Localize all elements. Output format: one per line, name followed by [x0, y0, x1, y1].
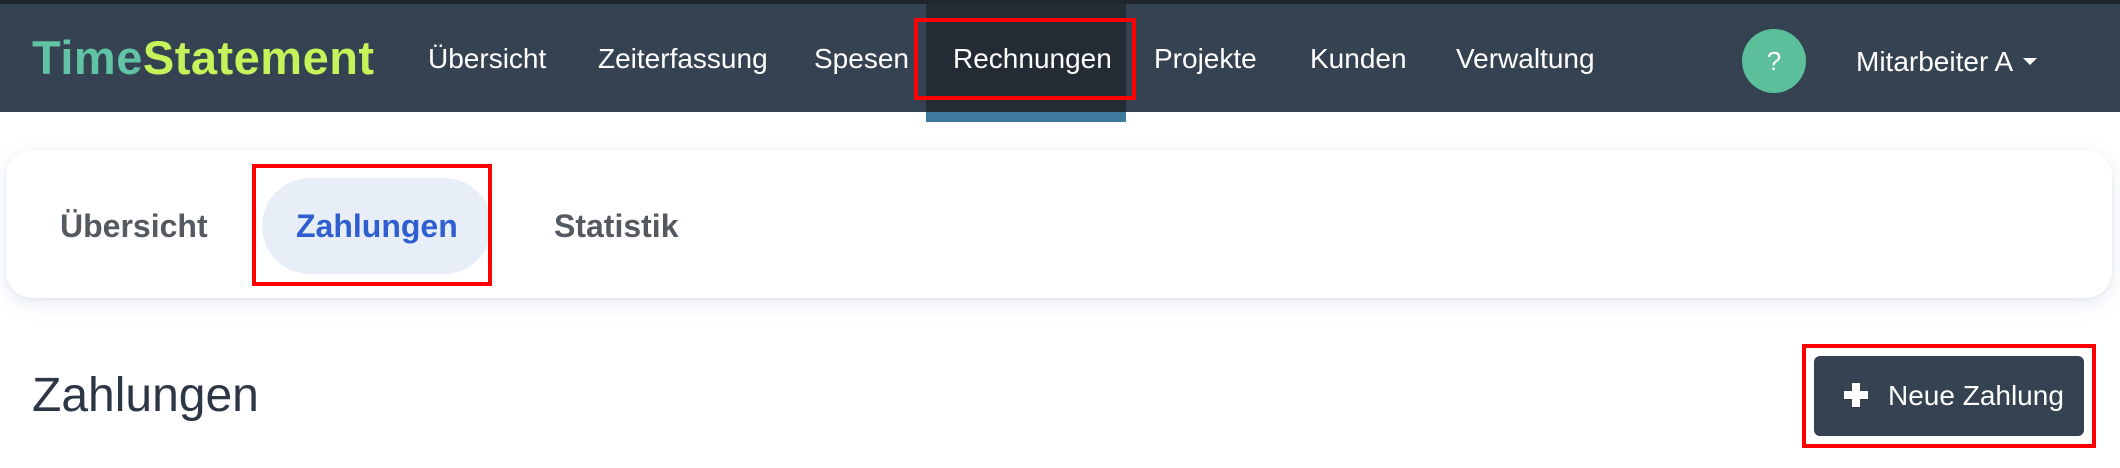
tab-uebersicht[interactable]: Übersicht: [26, 178, 242, 274]
new-payment-button-label: Neue Zahlung: [1888, 380, 2064, 411]
tab-zahlungen[interactable]: Zahlungen: [262, 178, 492, 274]
brand-part-time: Time: [32, 31, 143, 84]
sub-tab-bar: Übersicht Zahlungen Statistik: [6, 150, 2112, 298]
caret-down-icon: [2023, 58, 2038, 66]
plus-icon: [1844, 382, 1868, 407]
nav-item-rechnungen-label: Rechnungen: [953, 43, 1112, 74]
nav-item-spesen[interactable]: Spesen: [814, 4, 909, 112]
nav-item-rechnungen[interactable]: Rechnungen: [926, 4, 1126, 122]
nav-item-kunden[interactable]: Kunden: [1310, 4, 1407, 112]
nav-item-verwaltung[interactable]: Verwaltung: [1456, 4, 1595, 112]
new-payment-button[interactable]: Neue Zahlung: [1814, 356, 2084, 436]
page-title: Zahlungen: [32, 369, 259, 422]
brand-logo[interactable]: TimeStatement: [32, 30, 375, 85]
user-menu[interactable]: Mitarbeiter A: [1856, 4, 2038, 116]
help-button[interactable]: ?: [1742, 29, 1806, 93]
active-nav-indicator: [926, 112, 1126, 122]
brand-part-statement: Statement: [142, 31, 375, 84]
top-navbar: TimeStatement Übersicht Zeiterfassung Sp…: [0, 0, 2120, 122]
nav-item-uebersicht[interactable]: Übersicht: [428, 4, 546, 112]
tab-statistik[interactable]: Statistik: [520, 178, 712, 274]
user-menu-label: Mitarbeiter A: [1856, 46, 2014, 77]
nav-item-zeiterfassung[interactable]: Zeiterfassung: [598, 4, 768, 112]
nav-item-projekte[interactable]: Projekte: [1154, 4, 1257, 112]
